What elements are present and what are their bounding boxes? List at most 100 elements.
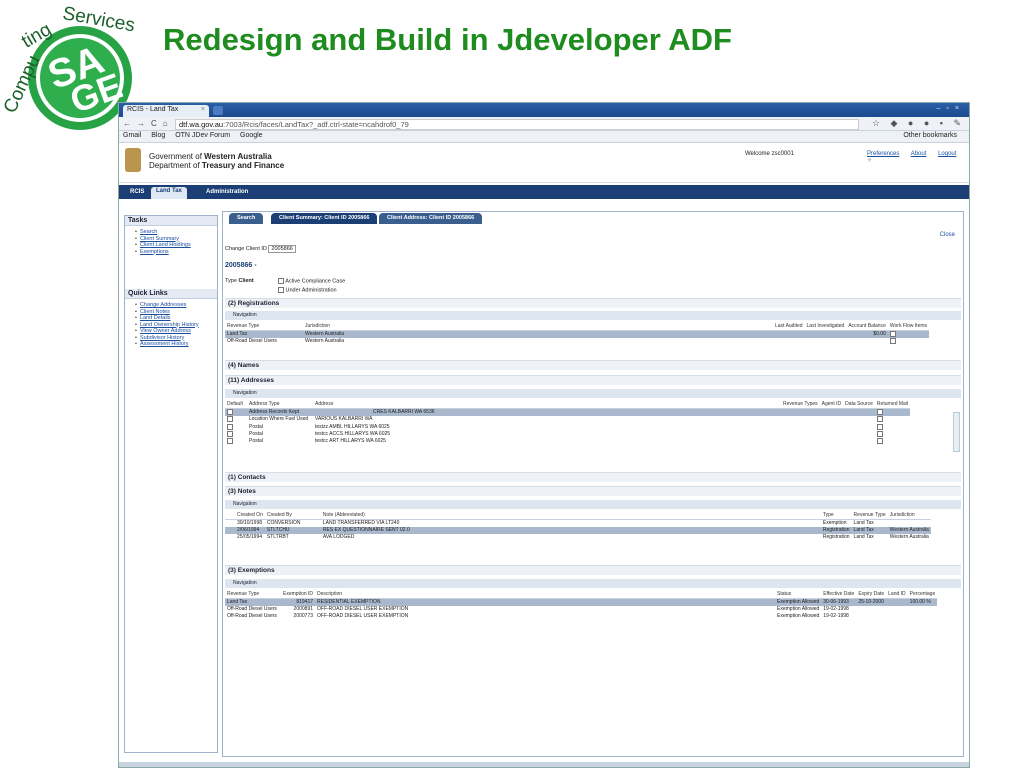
col-header[interactable]: Description [315,591,776,599]
sidebar-item-exemptions[interactable]: Exemptions [135,249,217,256]
col-header[interactable]: Revenue Type [225,591,281,599]
col-header[interactable]: Account Balance [846,323,888,331]
contacts-header[interactable]: (1) Contacts [225,472,961,482]
about-link[interactable]: About [911,151,927,157]
checkbox-icon[interactable] [876,423,883,430]
table-row[interactable]: Land Tax Western Australia $0.00 [225,330,930,339]
col-header[interactable]: Land ID [886,591,908,599]
close-button[interactable]: Close [940,232,955,238]
header-links: Preferences About Logout ✳ [867,151,969,164]
bookmark-gmail[interactable]: Gmail [123,132,141,139]
bookmark-blog[interactable]: Blog [151,132,165,139]
checkbox-icon[interactable] [889,338,896,345]
tab-search[interactable]: Search [229,213,264,224]
logout-link[interactable]: Logout [938,151,956,157]
exemptions-header[interactable]: (3) Exemptions [225,565,961,575]
home-icon[interactable]: ⌂ [163,119,168,128]
names-header[interactable]: (4) Names [225,360,961,370]
col-header[interactable]: Jurisdiction [303,323,773,331]
col-header[interactable]: Revenue Types [781,401,820,409]
checkbox-icon[interactable] [227,416,233,423]
navigation-menu[interactable]: Navigation [225,389,961,398]
col-header[interactable]: Work Flow Items [887,323,930,331]
col-header[interactable]: Jurisdiction [887,512,931,520]
quick-links-header[interactable]: Quick Links [125,289,217,299]
checkbox-icon[interactable] [876,409,883,415]
col-header[interactable]: Address Type [247,401,313,409]
addresses-scrollbar[interactable] [953,412,960,452]
star-icon[interactable]: ☆ ◆ ● ● ▪ ✎ [872,118,965,129]
bookmarks-bar: Gmail Blog OTN JDev Forum Google Other b… [119,131,969,143]
checkbox-icon[interactable] [876,438,883,445]
col-header[interactable]: Created By [264,512,321,520]
url-input[interactable]: dtf.wa.gov.au:7003/Rcis/faces/LandTax?_a… [175,119,859,130]
other-bookmarks[interactable]: Other bookmarks [903,132,957,139]
navigation-menu[interactable]: Navigation [225,500,961,509]
cell [888,520,931,528]
table-row[interactable]: Postal testcc ACCS HILLARYS WA 6025 [225,430,910,438]
preferences-link[interactable]: Preferences [867,151,899,157]
checkbox-icon[interactable] [227,409,233,415]
client-id-input[interactable]: 2005866 [268,245,296,253]
col-header[interactable]: Data Source [843,401,875,409]
forward-icon[interactable]: → [137,119,145,128]
reload-icon[interactable]: C [151,119,157,128]
nav-tab-rcis[interactable]: RCIS [125,188,149,196]
checkbox-icon[interactable] [227,438,233,445]
checkbox-icon[interactable] [227,423,233,430]
col-header[interactable]: Agent ID [819,401,844,409]
table-row[interactable]: Off-Road Diesel Users Western Australia [225,338,929,345]
col-header[interactable]: Revenue Type [225,323,303,331]
address-bar-row: ← → C ⌂ dtf.wa.gov.au:7003/Rcis/faces/LandT… [119,117,969,131]
table-row[interactable]: 2/06/1994 STLTCHU RES EX QUESTIONNAIRE SEN… [225,527,931,534]
table-row[interactable]: Land Tax 819417 RESIDENTIAL EXEMPTION Exemp… [225,598,938,606]
addresses-header[interactable]: (11) Addresses [225,375,961,385]
nav-tab-administration[interactable]: Administration [201,188,253,196]
cell: RES EX QUESTIONNAIRE SENT 02.0 [320,527,821,534]
col-header[interactable]: Effective Date [821,591,857,599]
table-row[interactable]: Address Records Kept CRES KALBARRI WA 653… [225,408,911,417]
checkbox-icon[interactable] [227,430,233,437]
new-tab-button[interactable] [213,106,223,115]
quick-link[interactable]: Assessment History [135,341,217,348]
table-row[interactable]: Off-Road Diesel Users 2000773 OFF-ROAD DIE… [225,613,937,620]
window-controls[interactable]: –▫× [937,105,965,112]
notes-header[interactable]: (3) Notes [225,486,961,496]
col-header[interactable]: Exemption ID [281,591,316,599]
checkbox-icon[interactable] [876,416,883,423]
registrations-header[interactable]: (2) Registrations [225,298,961,308]
col-header[interactable]: Status [775,591,822,599]
col-header[interactable]: Note (Abbreviated) [320,512,821,520]
close-icon[interactable]: × [201,106,205,113]
nav-tab-land-tax[interactable]: Land Tax [151,187,187,199]
admin-checkbox[interactable]: Under Administration [278,287,337,293]
col-header[interactable]: Percentage [907,591,938,599]
bookmark-otn[interactable]: OTN JDev Forum [175,132,230,139]
table-row[interactable]: Postal testcc ART HILLARYS WA 6025 [225,438,910,445]
col-header[interactable]: Last Investigated [804,323,847,331]
tab-client-address[interactable]: Client Address: Client ID 2005866 [379,213,483,224]
col-header[interactable]: Address [313,401,781,409]
table-row[interactable]: Location Where Fuel Used VARIOUS KALBARRI… [225,416,910,423]
table-row[interactable]: 30/10/1998 CONVERSION LAND TRANSFERRED VIA… [225,520,931,528]
checkbox-icon[interactable] [876,430,883,437]
col-header[interactable]: Default [225,401,247,409]
col-header[interactable]: Created On [225,512,265,520]
table-row[interactable]: 25/05/1994 STLTRBT AVA LODGED Registration L… [225,534,931,541]
bookmark-google[interactable]: Google [240,132,263,139]
col-header[interactable]: Revenue Type [851,512,888,520]
back-icon[interactable]: ← [123,119,131,128]
table-row[interactable]: Postal testzz AMBL HILLARYS WA 6025 [225,423,910,431]
col-header[interactable]: Returned Mail [874,401,911,409]
tab-client-summary[interactable]: Client Summary: Client ID 2005866 [271,213,378,224]
tasks-header[interactable]: Tasks [125,216,217,226]
navigation-menu[interactable]: Navigation [225,579,961,588]
col-header[interactable]: Expiry Date [856,591,887,599]
compliance-checkbox[interactable]: Active Compliance Case [278,278,345,284]
checkbox-icon[interactable] [889,331,896,337]
browser-tab[interactable]: RCIS - Land Tax × [123,105,209,117]
col-header[interactable]: Last Audited [773,323,805,331]
col-header[interactable]: Type [820,512,852,520]
navigation-menu[interactable]: Navigation [225,311,961,320]
table-row[interactable]: Off-Road Diesel Users 2000891 OFF-ROAD DIE… [225,606,937,613]
